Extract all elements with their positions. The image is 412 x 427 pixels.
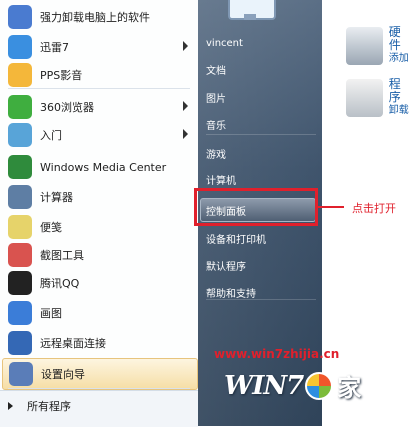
submenu-arrow-icon — [183, 101, 188, 111]
program-separator — [8, 88, 190, 89]
place-item[interactable]: 游戏 — [206, 146, 226, 161]
program-separator — [8, 388, 190, 389]
program-item[interactable]: 截图工具 — [2, 240, 196, 270]
place-item[interactable]: 默认程序 — [206, 258, 246, 273]
program-label: Windows Media Center — [40, 160, 167, 174]
right-arrow-icon — [8, 402, 13, 410]
program-label: 截图工具 — [40, 249, 84, 262]
highlight-box — [194, 188, 318, 226]
program-item[interactable]: 便笺 — [2, 212, 196, 242]
program-label: 设置向导 — [41, 368, 85, 381]
place-item[interactable]: 音乐 — [206, 117, 226, 132]
program-item[interactable]: 迅雷7 — [2, 32, 196, 62]
qq-icon — [8, 271, 32, 295]
submenu-arrow-icon — [183, 41, 188, 51]
snipping-tool-icon — [8, 243, 32, 267]
program-item[interactable]: 腾讯QQ — [2, 268, 196, 298]
program-item[interactable]: 计算器 — [2, 182, 196, 212]
program-label: 远程桌面连接 — [40, 337, 106, 350]
cp-hardware-title[interactable]: 硬件 — [389, 26, 412, 52]
all-programs-button[interactable]: 所有程序 — [8, 398, 71, 414]
programs-box-icon — [346, 78, 383, 117]
program-item[interactable]: 画图 — [2, 298, 196, 328]
program-item[interactable]: Windows Media Center — [2, 152, 196, 182]
place-item[interactable]: 文档 — [206, 62, 226, 77]
place-item[interactable]: 帮助和支持 — [206, 285, 256, 300]
uninstall-icon — [8, 5, 32, 29]
cp-hardware-item[interactable]: 硬件 添加 — [346, 26, 412, 65]
sticky-notes-icon — [8, 215, 32, 239]
printer-icon — [346, 26, 383, 65]
program-item[interactable]: 强力卸载电脑上的软件 — [2, 2, 196, 32]
remote-desktop-icon — [8, 331, 32, 355]
pps-icon — [8, 63, 32, 87]
win7-logo: WIN7 家 — [224, 368, 361, 403]
calculator-icon — [8, 185, 32, 209]
browser-360-icon — [8, 95, 32, 119]
paint-icon — [8, 301, 32, 325]
windows-swirl-icon — [305, 371, 334, 400]
program-label: 迅雷7 — [40, 41, 69, 54]
place-item[interactable]: 设备和打印机 — [206, 231, 266, 246]
cp-programs-title[interactable]: 程序 — [389, 78, 412, 104]
logo-text: WIN7 — [224, 370, 304, 401]
program-item[interactable]: 360浏览器 — [2, 92, 196, 122]
program-label: 入门 — [40, 129, 62, 142]
program-label: 便笺 — [40, 221, 62, 234]
cp-programs-item[interactable]: 程序 卸载 — [346, 78, 412, 117]
program-item[interactable]: 入门 — [2, 120, 196, 150]
program-item[interactable]: PPS影音 — [2, 60, 196, 90]
program-label: 计算器 — [40, 191, 73, 204]
all-programs-label: 所有程序 — [27, 400, 71, 413]
submenu-arrow-icon — [183, 129, 188, 139]
program-label: 画图 — [40, 307, 62, 320]
program-label: 360浏览器 — [40, 101, 94, 114]
setup-wizard-icon — [9, 362, 33, 386]
program-label: PPS影音 — [40, 69, 83, 82]
watermark-url: www.win7zhijia.cn — [214, 347, 340, 361]
getting-started-icon — [8, 123, 32, 147]
program-label: 腾讯QQ — [40, 277, 80, 290]
logo-home-char: 家 — [337, 374, 362, 402]
thunder-icon — [8, 35, 32, 59]
program-item[interactable]: 远程桌面连接 — [2, 328, 196, 358]
callout-line — [318, 206, 344, 208]
program-label: 强力卸载电脑上的软件 — [40, 11, 150, 24]
place-item[interactable]: 计算机 — [206, 172, 236, 187]
program-item[interactable]: 设置向导 — [2, 358, 198, 390]
callout-label: 点击打开 — [352, 202, 396, 215]
place-item[interactable]: 图片 — [206, 90, 226, 105]
cp-hardware-subtitle[interactable]: 添加 — [389, 52, 412, 65]
media-center-icon — [8, 155, 32, 179]
place-item[interactable]: vincent — [206, 38, 243, 49]
cp-programs-subtitle[interactable]: 卸载 — [389, 104, 412, 117]
